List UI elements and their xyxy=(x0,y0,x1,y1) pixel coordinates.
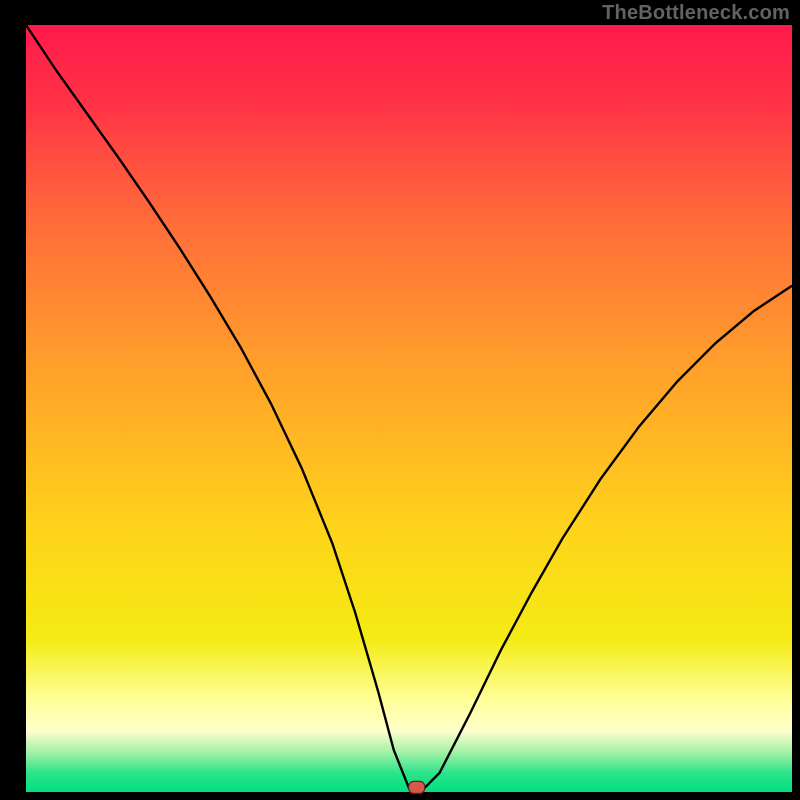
watermark-text: TheBottleneck.com xyxy=(602,2,790,25)
optimal-point-marker xyxy=(409,781,425,793)
plot-background xyxy=(26,25,792,792)
chart-frame: { "watermark": "TheBottleneck.com", "cha… xyxy=(0,0,800,800)
bottleneck-chart xyxy=(0,0,800,800)
